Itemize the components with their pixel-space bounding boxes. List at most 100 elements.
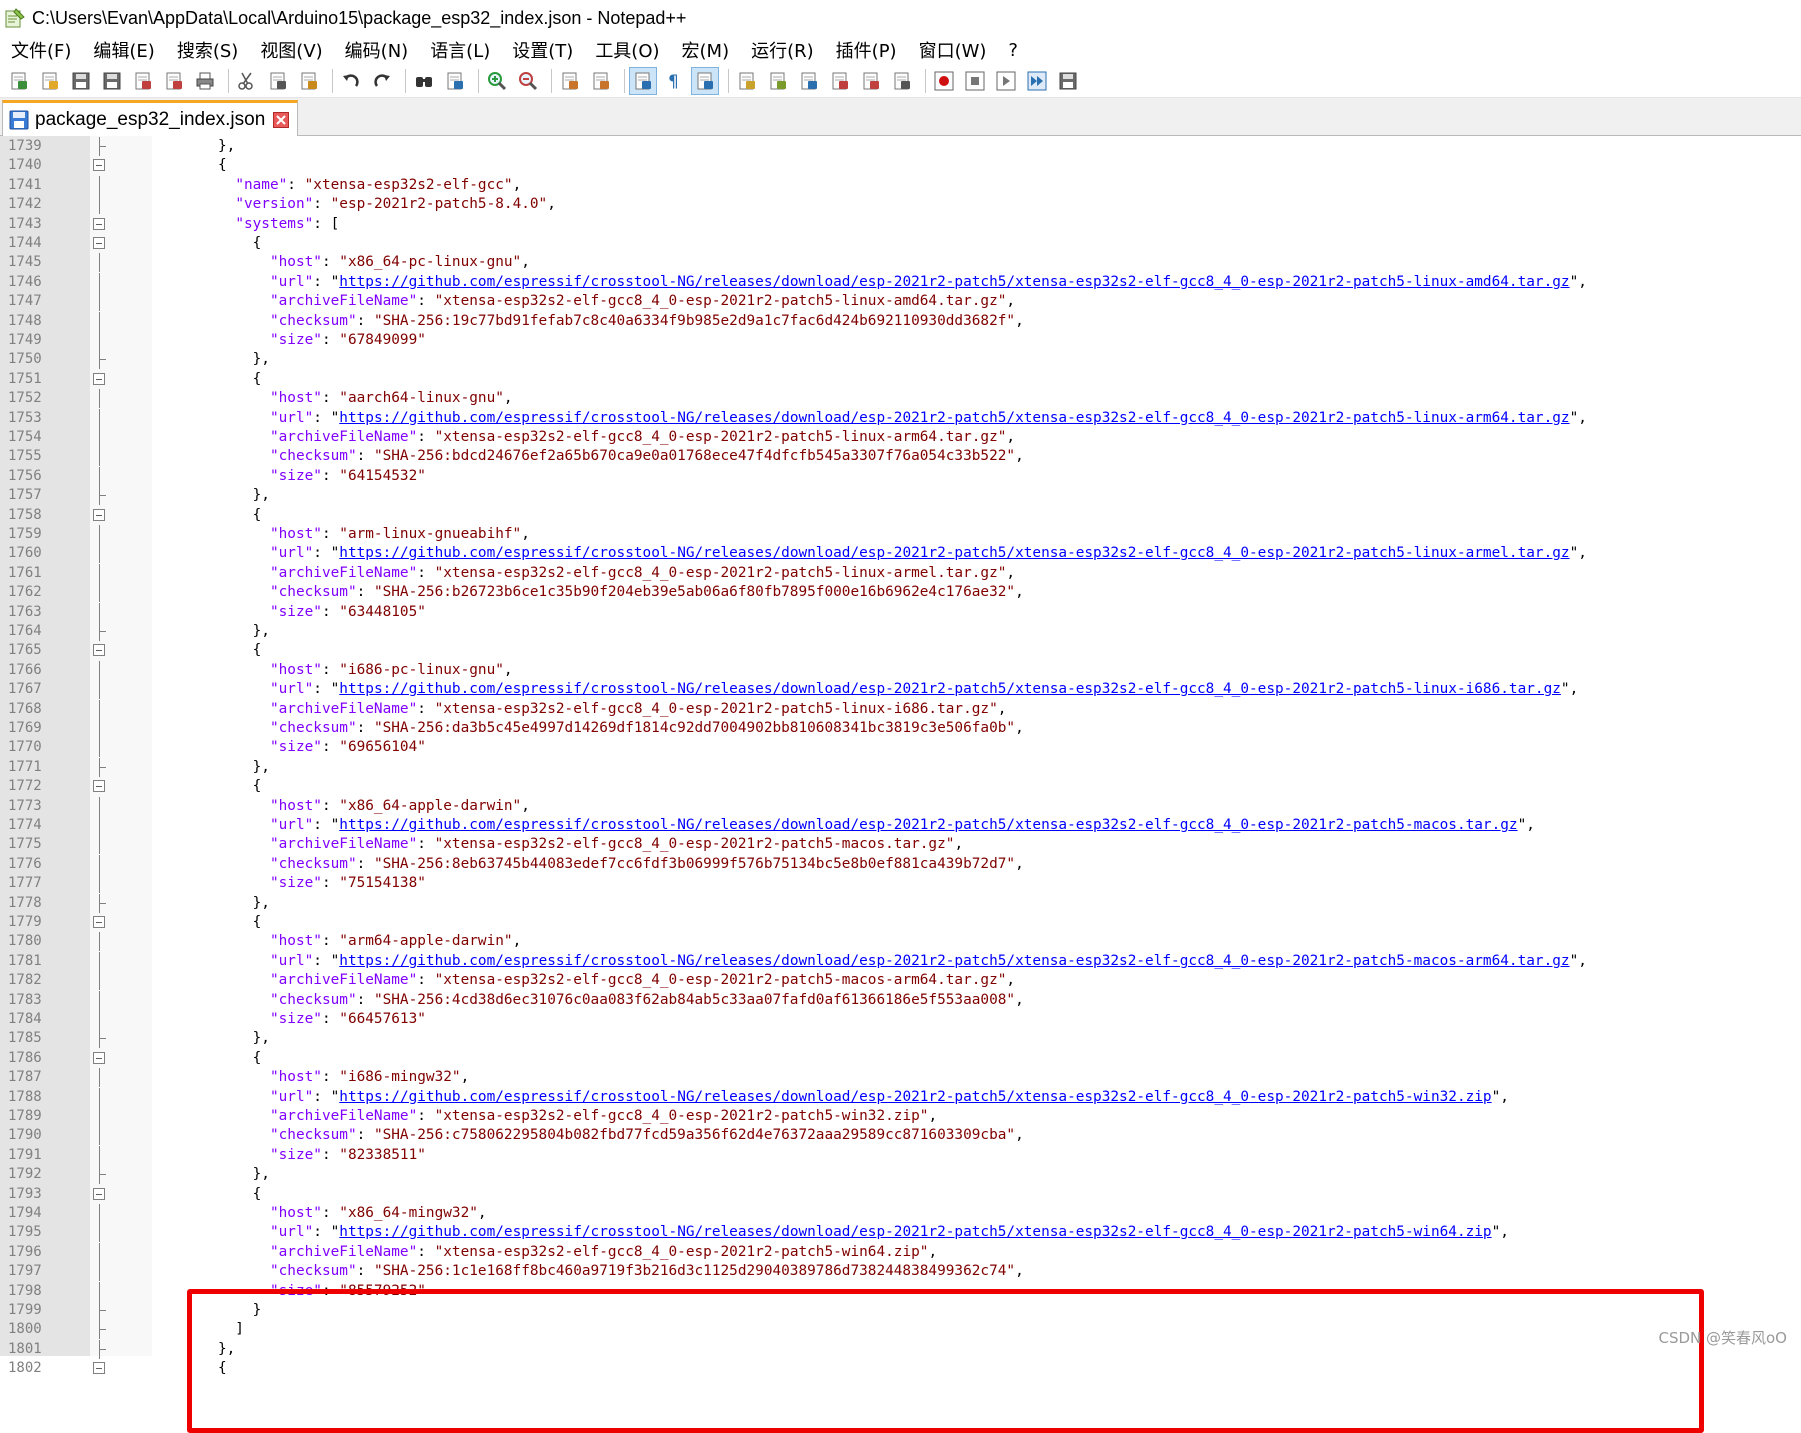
- folder-workspace-icon[interactable]: [858, 68, 884, 94]
- code-line[interactable]: 1756 "size": "64154532": [0, 466, 1801, 486]
- menu-item-0[interactable]: 文件(F): [0, 37, 82, 63]
- replace-icon[interactable]: [442, 68, 468, 94]
- url-link[interactable]: https://github.com/espressif/crosstool-N…: [339, 410, 1569, 426]
- code-line[interactable]: 1739 },: [0, 137, 1801, 156]
- fold-toggle-icon[interactable]: [93, 644, 105, 657]
- save-all-icon[interactable]: [99, 68, 125, 94]
- code-line[interactable]: 1744 {: [0, 234, 1801, 253]
- menu-item-7[interactable]: 工具(O): [584, 37, 670, 63]
- code-line[interactable]: 1771 },: [0, 757, 1801, 777]
- stop-record-icon[interactable]: [962, 68, 988, 94]
- code-line[interactable]: 1775 "archiveFileName": "xtensa-esp32s2-…: [0, 835, 1801, 855]
- code-line[interactable]: 1781 "url": "https://github.com/espressi…: [0, 951, 1801, 971]
- code-line[interactable]: 1779 {: [0, 913, 1801, 932]
- menu-item-8[interactable]: 宏(M): [671, 37, 741, 63]
- close-icon[interactable]: [130, 68, 156, 94]
- code-line[interactable]: 1768 "archiveFileName": "xtensa-esp32s2-…: [0, 699, 1801, 719]
- fold-toggle-icon[interactable]: [93, 372, 105, 385]
- redo-icon[interactable]: [369, 68, 395, 94]
- code-line[interactable]: 1742 "version": "esp-2021r2-patch5-8.4.0…: [0, 195, 1801, 215]
- url-link[interactable]: https://github.com/espressif/crosstool-N…: [339, 1224, 1491, 1240]
- code-line[interactable]: 1745 "host": "x86_64-pc-linux-gnu",: [0, 253, 1801, 273]
- save-macro-icon[interactable]: [1055, 68, 1081, 94]
- zoom-in-icon[interactable]: [484, 68, 510, 94]
- url-link[interactable]: https://github.com/espressif/crosstool-N…: [339, 1089, 1491, 1105]
- record-macro-icon[interactable]: [931, 68, 957, 94]
- code-line[interactable]: 1743 "systems": [: [0, 215, 1801, 234]
- code-line[interactable]: 1795 "url": "https://github.com/espressi…: [0, 1223, 1801, 1243]
- indent-guide-icon[interactable]: [691, 66, 719, 95]
- function-list-icon[interactable]: [827, 68, 853, 94]
- editor-area[interactable]: 1739 }, 1740 {1741 "name": "xtensa-esp32s…: [0, 136, 1801, 1433]
- code-line[interactable]: 1763 "size": "63448105": [0, 602, 1801, 622]
- menu-item-12[interactable]: ?: [997, 40, 1029, 61]
- code-line[interactable]: 1751 {: [0, 370, 1801, 389]
- fold-toggle-icon[interactable]: [93, 780, 105, 793]
- url-link[interactable]: https://github.com/espressif/crosstool-N…: [339, 274, 1569, 290]
- doc-map-icon[interactable]: [765, 68, 791, 94]
- menu-item-10[interactable]: 插件(P): [825, 37, 908, 63]
- sync-vertical-icon[interactable]: [557, 68, 583, 94]
- find-icon[interactable]: [411, 68, 437, 94]
- code-line[interactable]: 1760 "url": "https://github.com/espressi…: [0, 544, 1801, 564]
- code-line[interactable]: 1778 },: [0, 893, 1801, 913]
- url-link[interactable]: https://github.com/espressif/crosstool-N…: [339, 953, 1569, 969]
- code-line[interactable]: 1787 "host": "i686-mingw32",: [0, 1068, 1801, 1088]
- code-line[interactable]: 1761 "archiveFileName": "xtensa-esp32s2-…: [0, 563, 1801, 583]
- code-line[interactable]: 1799 }: [0, 1301, 1801, 1320]
- code-line[interactable]: 1790 "checksum": "SHA-256:c758062295804b…: [0, 1126, 1801, 1146]
- code-line[interactable]: 1755 "checksum": "SHA-256:bdcd24676ef2a6…: [0, 447, 1801, 467]
- code-line[interactable]: 1766 "host": "i686-pc-linux-gnu",: [0, 660, 1801, 680]
- url-link[interactable]: https://github.com/espressif/crosstool-N…: [339, 681, 1561, 697]
- code-line[interactable]: 1740 {: [0, 156, 1801, 175]
- cut-icon[interactable]: [234, 68, 260, 94]
- code-line[interactable]: 1777 "size": "75154138": [0, 874, 1801, 894]
- code-line[interactable]: 1797 "checksum": "SHA-256:1c1e168ff8bc46…: [0, 1262, 1801, 1282]
- fold-toggle-icon[interactable]: [93, 916, 105, 928]
- code-line[interactable]: 1767 "url": "https://github.com/espressi…: [0, 680, 1801, 700]
- code-line[interactable]: 1748 "checksum": "SHA-256:19c77bd91fefab…: [0, 311, 1801, 331]
- close-tab-icon[interactable]: [273, 111, 290, 128]
- code-line[interactable]: 1769 "checksum": "SHA-256:da3b5c45e4997d…: [0, 719, 1801, 738]
- code-line[interactable]: 1785 },: [0, 1029, 1801, 1049]
- fold-toggle-icon[interactable]: [93, 217, 105, 230]
- close-all-icon[interactable]: [161, 68, 187, 94]
- code-line[interactable]: 1770 "size": "69656104": [0, 738, 1801, 758]
- code-line[interactable]: 1788 "url": "https://github.com/espressi…: [0, 1087, 1801, 1107]
- code-line[interactable]: 1747 "archiveFileName": "xtensa-esp32s2-…: [0, 292, 1801, 312]
- code-line[interactable]: 1773 "host": "x86_64-apple-darwin",: [0, 796, 1801, 816]
- code-line[interactable]: 1758 {: [0, 506, 1801, 525]
- code-line[interactable]: 1793 {: [0, 1185, 1801, 1204]
- menu-item-11[interactable]: 窗口(W): [908, 37, 998, 63]
- open-file-icon[interactable]: [37, 68, 63, 94]
- fold-toggle-icon[interactable]: [93, 237, 105, 249]
- menu-item-3[interactable]: 视图(V): [249, 37, 333, 63]
- code-line[interactable]: 1791 "size": "82338511": [0, 1145, 1801, 1165]
- code-line[interactable]: 1762 "checksum": "SHA-256:b26723b6ce1c35…: [0, 583, 1801, 603]
- code-line[interactable]: 1757 },: [0, 486, 1801, 506]
- code-line[interactable]: 1802 {: [0, 1359, 1801, 1378]
- print-icon[interactable]: [192, 68, 218, 94]
- sync-horizontal-icon[interactable]: [588, 68, 614, 94]
- menu-item-6[interactable]: 设置(T): [501, 37, 584, 63]
- code-line[interactable]: 1749 "size": "67849099": [0, 331, 1801, 350]
- code-line[interactable]: 1754 "archiveFileName": "xtensa-esp32s2-…: [0, 428, 1801, 447]
- word-wrap-icon[interactable]: [629, 66, 657, 95]
- run-macro-multiple-icon[interactable]: [1024, 68, 1050, 94]
- menu-item-5[interactable]: 语言(L): [419, 37, 501, 63]
- doc-list-icon[interactable]: [796, 68, 822, 94]
- fold-toggle-icon[interactable]: [93, 508, 105, 521]
- code-line[interactable]: 1753 "url": "https://github.com/espressi…: [0, 408, 1801, 428]
- undo-icon[interactable]: [338, 68, 364, 94]
- code-line[interactable]: 1772 {: [0, 777, 1801, 796]
- code-line[interactable]: 1789 "archiveFileName": "xtensa-esp32s2-…: [0, 1107, 1801, 1126]
- code-line[interactable]: 1798 "size": "85579252": [0, 1281, 1801, 1301]
- copy-icon[interactable]: [265, 68, 291, 94]
- paste-icon[interactable]: [296, 68, 322, 94]
- zoom-out-icon[interactable]: [515, 68, 541, 94]
- fold-toggle-icon[interactable]: [93, 1051, 105, 1064]
- user-language-icon[interactable]: [734, 68, 760, 94]
- code-line[interactable]: 1780 "host": "arm64-apple-darwin",: [0, 932, 1801, 952]
- url-link[interactable]: https://github.com/espressif/crosstool-N…: [339, 817, 1517, 833]
- code-line[interactable]: 1759 "host": "arm-linux-gnueabihf",: [0, 525, 1801, 544]
